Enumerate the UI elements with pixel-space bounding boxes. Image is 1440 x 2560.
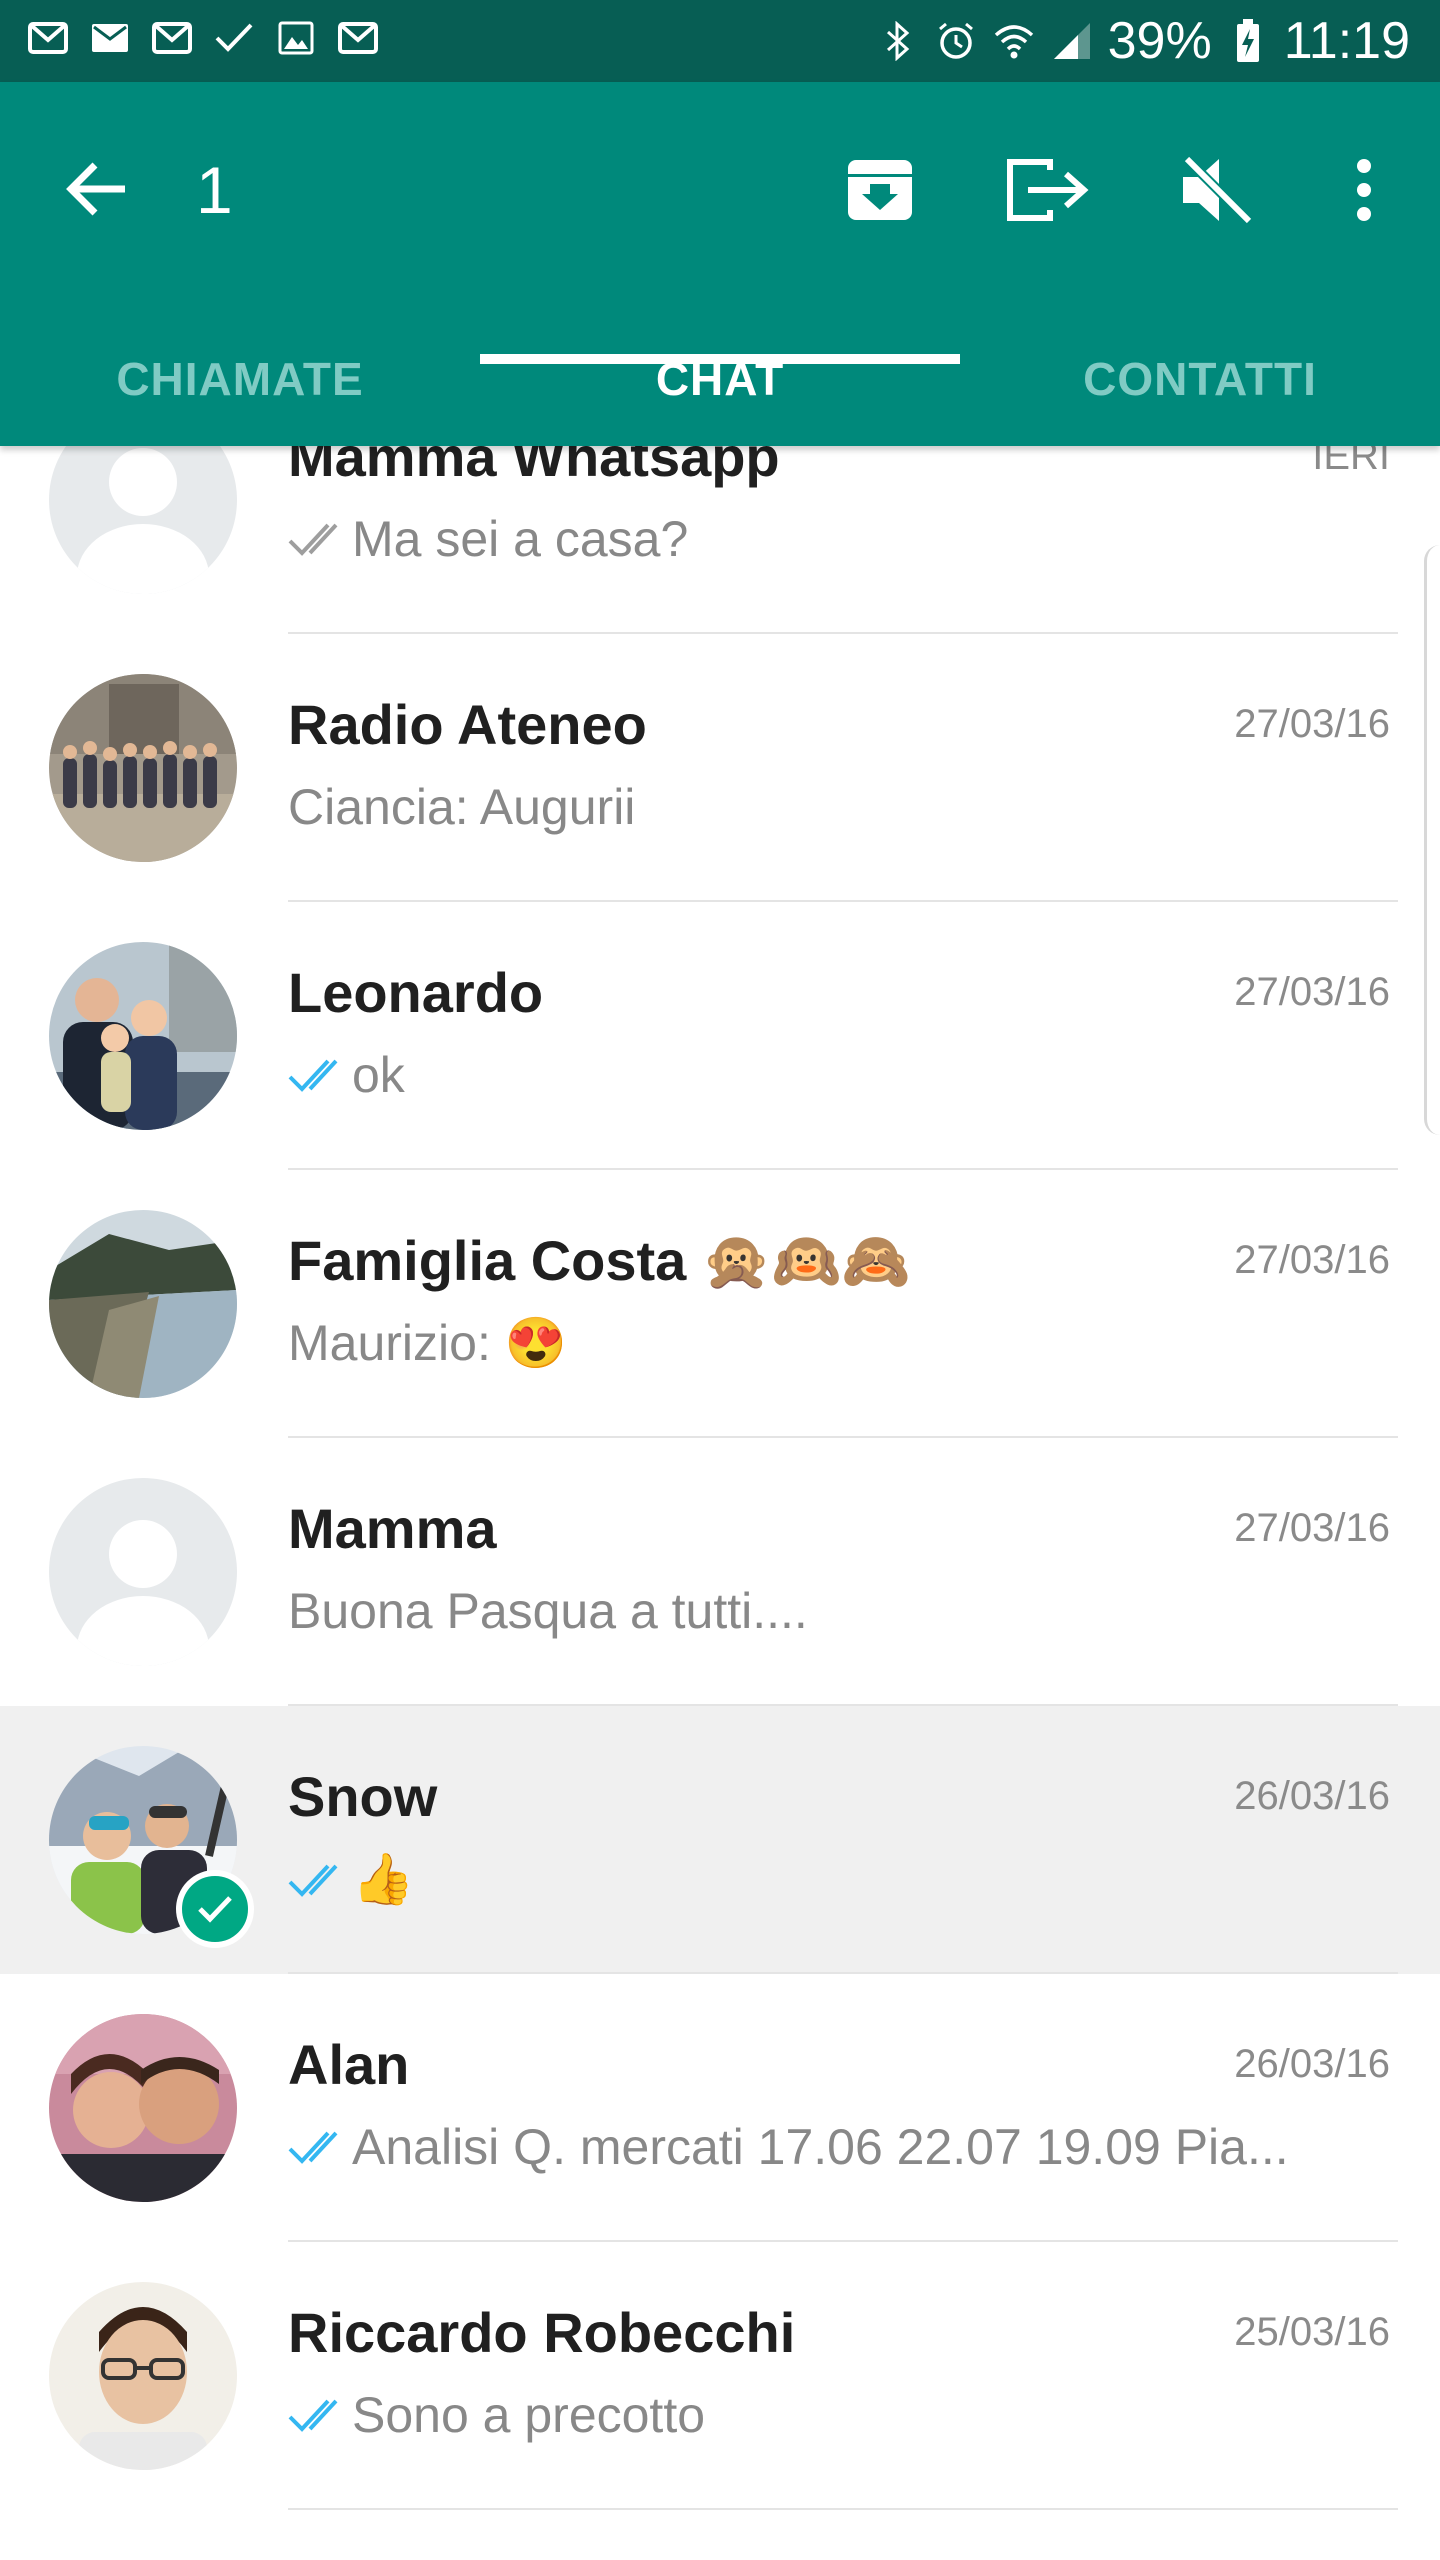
chat-preview-text: Maurizio: 😍 <box>288 1315 567 1371</box>
chat-name: Leonardo <box>288 961 544 1024</box>
chat-preview: Buona Pasqua a tutti.... <box>288 1582 1348 1640</box>
signal-icon <box>1050 19 1094 63</box>
chat-name: Alan <box>288 2033 410 2096</box>
arrow-back-icon <box>66 162 125 216</box>
chat-preview: Sono a precotto <box>288 2386 1348 2444</box>
chat-list[interactable]: Mamma Whatsapp IERI Ma sei a casa? Radio… <box>0 446 1440 2560</box>
chat-name: Riccardo Robecchi <box>288 2301 796 2364</box>
avatar-couple-photo <box>49 2014 237 2202</box>
double-check-grey-icon <box>288 523 338 556</box>
active-tab-indicator <box>480 354 960 364</box>
chat-name: Mamma <box>288 1497 497 1560</box>
check-icon <box>210 14 258 62</box>
chat-row-mamma-whatsapp[interactable]: Mamma Whatsapp IERI Ma sei a casa? <box>0 446 1440 634</box>
bluetooth-icon <box>876 19 920 63</box>
selection-app-bar: 1 CHIAMATE CHAT CONTATTI <box>0 82 1440 446</box>
chat-name: Snow <box>288 1765 438 1828</box>
clock: 11:19 <box>1283 12 1410 70</box>
chat-date: 27/03/16 <box>1234 1506 1390 1550</box>
chat-preview-text: Analisi Q. mercati 17.06 22.07 19.09 Pia… <box>352 2119 1289 2175</box>
avatar-placeholder <box>49 1478 237 1666</box>
gmail-icon <box>334 14 382 62</box>
chat-preview-text: Ma sei a casa? <box>352 511 689 567</box>
alarm-icon <box>934 19 978 63</box>
chat-date: 27/03/16 <box>1234 970 1390 1014</box>
mail-icon <box>86 14 134 62</box>
avatar-family-photo <box>49 942 237 1130</box>
chat-date: 26/03/16 <box>1234 1774 1390 1818</box>
chat-row-famiglia-costa[interactable]: Famiglia Costa 🙊🙉🙈 27/03/16 Maurizio: 😍 <box>0 1170 1440 1438</box>
chat-preview: 👍 <box>288 1850 1348 1909</box>
avatar-portrait-photo <box>49 2282 237 2470</box>
avatar-placeholder <box>49 446 237 594</box>
archive-button[interactable] <box>830 140 930 240</box>
chat-row-mamma[interactable]: Mamma 27/03/16 Buona Pasqua a tutti.... <box>0 1438 1440 1706</box>
chat-preview: ok <box>288 1046 1348 1104</box>
chat-date: 26/03/16 <box>1234 2042 1390 2086</box>
selected-count: 1 <box>196 153 233 227</box>
tab-chats[interactable]: CHAT <box>480 312 960 446</box>
status-bar: 39% 11:19 <box>0 0 1440 82</box>
archive-icon <box>848 160 912 220</box>
chat-name: Radio Ateneo <box>288 693 647 756</box>
image-icon <box>272 14 320 62</box>
battery-percent: 39% <box>1107 12 1212 70</box>
chat-row-snow[interactable]: Snow 26/03/16 👍 <box>0 1706 1440 1974</box>
chat-preview: Ciancia: Augurii <box>288 778 1348 836</box>
edge-scroll-handle[interactable] <box>1424 545 1440 1135</box>
double-check-blue-icon <box>288 2399 338 2432</box>
double-check-blue-icon <box>288 1059 338 1092</box>
notification-icons <box>24 14 382 62</box>
row-divider <box>288 2508 1398 2510</box>
tab-contacts[interactable]: CONTATTI <box>960 312 1440 446</box>
mute-icon <box>1183 155 1253 225</box>
double-check-blue-icon <box>288 2131 338 2164</box>
mute-button[interactable] <box>1166 140 1266 240</box>
gmail-icon <box>148 14 196 62</box>
exit-icon <box>1007 159 1089 221</box>
battery-icon <box>1226 19 1270 63</box>
back-button[interactable] <box>52 144 142 234</box>
chat-row-riccardo-robecchi[interactable]: Riccardo Robecchi 25/03/16 Sono a precot… <box>0 2242 1440 2510</box>
chat-name: Mamma Whatsapp <box>288 446 780 488</box>
chat-row-radio-ateneo[interactable]: Radio Ateneo 27/03/16 Ciancia: Augurii <box>0 634 1440 902</box>
tab-bar: CHIAMATE CHAT CONTATTI <box>0 312 1440 446</box>
chat-preview: Ma sei a casa? <box>288 510 1348 568</box>
avatar-group-photo <box>49 674 237 862</box>
tab-calls[interactable]: CHIAMATE <box>0 312 480 446</box>
selected-check-icon <box>176 1870 254 1948</box>
chat-date: 25/03/16 <box>1234 2310 1390 2354</box>
avatar-coast-photo <box>49 1210 237 1398</box>
double-check-blue-icon <box>288 1864 338 1897</box>
chat-preview-text: Buona Pasqua a tutti.... <box>288 1583 808 1639</box>
chat-date: IERI <box>1312 446 1390 478</box>
chat-preview-text: Ciancia: Augurii <box>288 779 636 835</box>
more-options-button[interactable] <box>1314 140 1414 240</box>
leave-group-button[interactable] <box>998 140 1098 240</box>
chat-preview-text: Sono a precotto <box>352 2387 706 2443</box>
chat-preview: Analisi Q. mercati 17.06 22.07 19.09 Pia… <box>288 2118 1348 2176</box>
chat-preview: Maurizio: 😍 <box>288 1314 1348 1373</box>
chat-name: Famiglia Costa 🙊🙉🙈 <box>288 1229 912 1292</box>
chat-date: 27/03/16 <box>1234 1238 1390 1282</box>
more-vert-icon <box>1357 159 1371 221</box>
wifi-icon <box>992 19 1036 63</box>
chat-row-alan[interactable]: Alan 26/03/16 Analisi Q. mercati 17.06 2… <box>0 1974 1440 2242</box>
chat-preview-text: 👍 <box>352 1851 415 1907</box>
chat-preview-text: ok <box>352 1047 405 1103</box>
chat-row-leonardo[interactable]: Leonardo 27/03/16 ok <box>0 902 1440 1170</box>
chat-date: 27/03/16 <box>1234 702 1390 746</box>
system-status: 39% 11:19 <box>876 0 1410 82</box>
gmail-icon <box>24 14 72 62</box>
